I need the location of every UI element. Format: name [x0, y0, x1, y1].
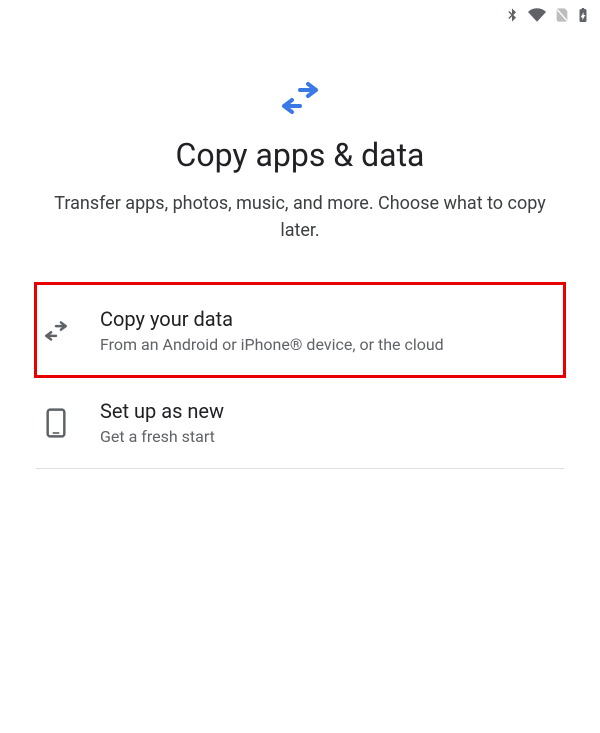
option-title: Copy your data — [100, 307, 444, 331]
options-list: Copy your data From an Android or iPhone… — [36, 284, 564, 469]
option-set-up-as-new[interactable]: Set up as new Get a fresh start — [36, 376, 564, 469]
option-subtitle: Get a fresh start — [100, 427, 224, 446]
bluetooth-icon — [504, 5, 520, 29]
wifi-icon — [526, 6, 548, 28]
page-title: Copy apps & data — [40, 136, 560, 174]
option-copy-your-data[interactable]: Copy your data From an Android or iPhone… — [36, 284, 564, 376]
page-header: Copy apps & data Transfer apps, photos, … — [0, 0, 600, 274]
transfer-icon — [40, 80, 560, 116]
transfer-small-icon — [40, 320, 72, 342]
option-text: Copy your data From an Android or iPhone… — [100, 307, 444, 354]
no-sim-icon — [554, 5, 570, 29]
phone-icon — [40, 408, 72, 438]
option-text: Set up as new Get a fresh start — [100, 399, 224, 446]
battery-charging-icon — [576, 4, 590, 30]
option-subtitle: From an Android or iPhone® device, or th… — [100, 335, 444, 354]
option-title: Set up as new — [100, 399, 224, 423]
status-bar — [504, 4, 590, 30]
page-subtitle: Transfer apps, photos, music, and more. … — [40, 190, 560, 244]
